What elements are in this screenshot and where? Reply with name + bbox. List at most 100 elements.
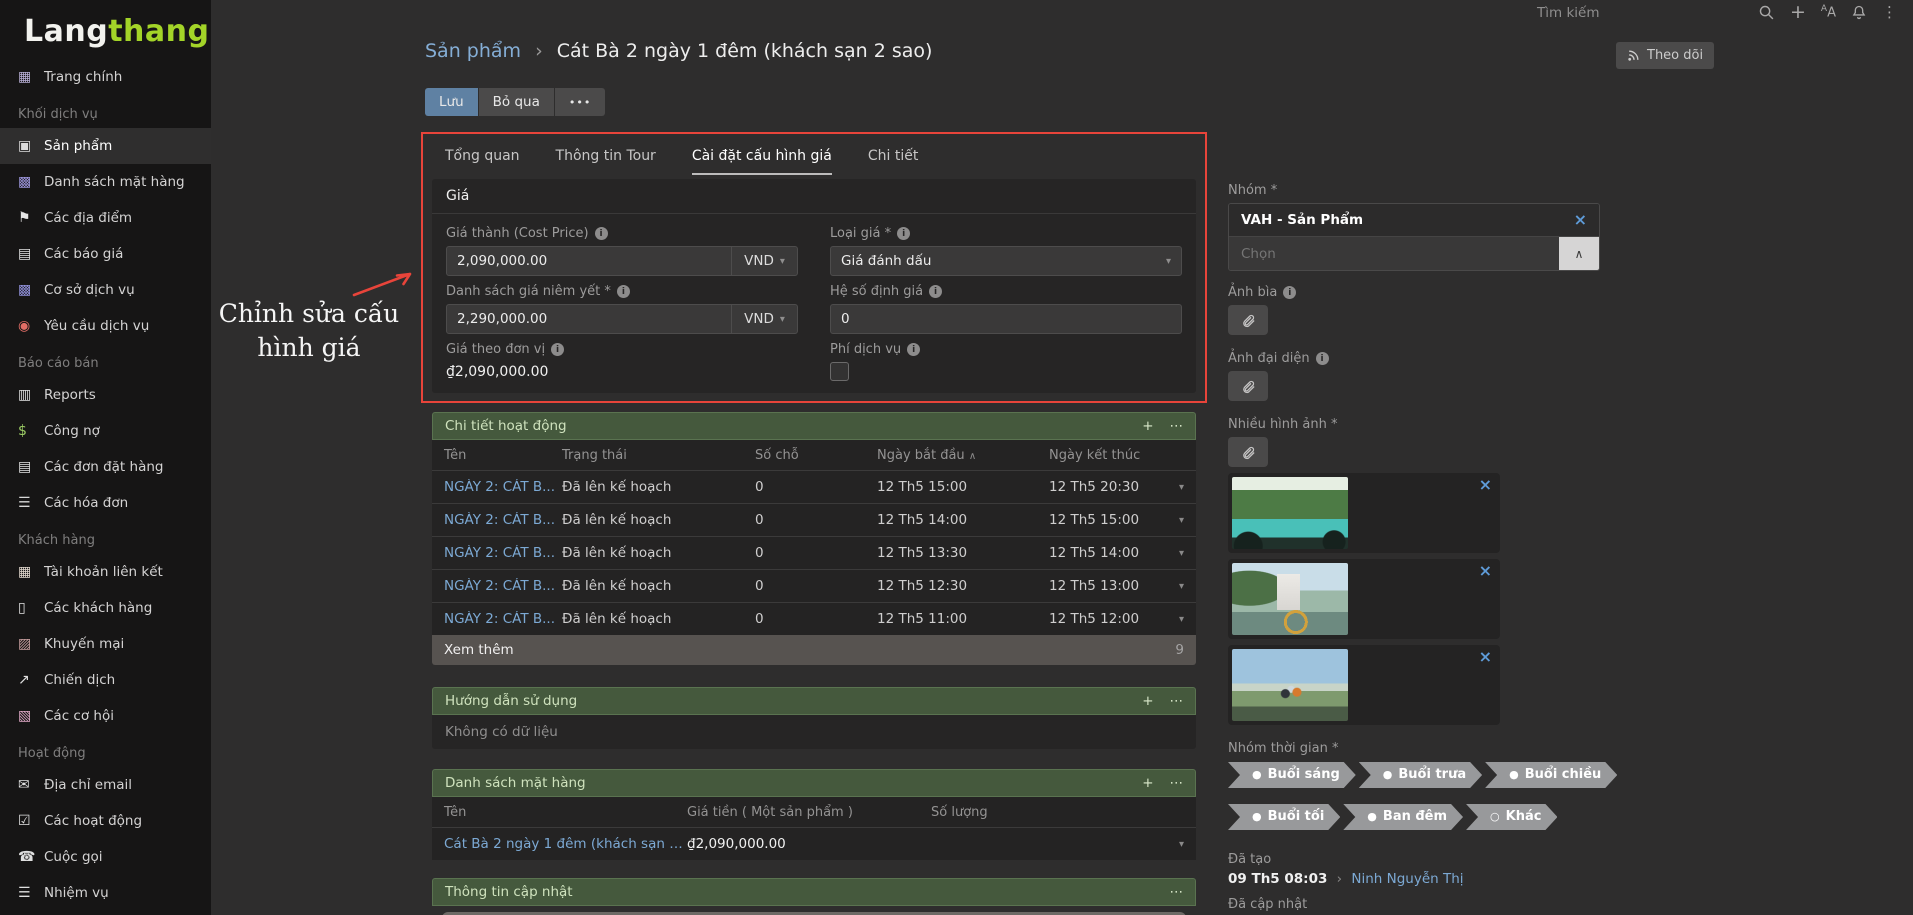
add-icon[interactable]: +: [1142, 693, 1153, 709]
remove-image-icon[interactable]: ×: [1479, 563, 1492, 579]
service-fee-checkbox[interactable]: [830, 362, 849, 381]
sidebar-item-locations[interactable]: ⚑ Các địa điểm: [0, 200, 211, 236]
row-menu-icon[interactable]: ▾: [1168, 482, 1184, 493]
price-type-select[interactable]: Giá đánh dấu▾: [830, 246, 1182, 276]
tab-price-config[interactable]: Cài đặt cấu hình giá: [692, 140, 832, 175]
sidebar-item-promotions[interactable]: ▨ Khuyến mại: [0, 626, 211, 662]
sidebar-item-quotes[interactable]: ▤ Các báo giá: [0, 236, 211, 272]
sidebar-item-orders[interactable]: ▤ Các đơn đặt hàng: [0, 449, 211, 485]
brand-logo-white: Lang: [24, 14, 108, 49]
sidebar-item-debts[interactable]: $ Công nợ: [0, 413, 211, 449]
show-more-button[interactable]: Xem thêm 9: [432, 635, 1196, 665]
sidebar-item-dashboard[interactable]: ▦ Trang chính: [0, 59, 211, 95]
row-menu-icon[interactable]: ▾: [1168, 614, 1184, 625]
tab-overview[interactable]: Tổng quan: [445, 140, 520, 175]
sidebar-item-service-centers[interactable]: ▩ Cơ sở dịch vụ: [0, 272, 211, 308]
brand-logo[interactable]: Langthang: [0, 0, 211, 59]
group-selected-row[interactable]: VAH - Sản Phẩm ×: [1229, 204, 1599, 237]
cost-currency-select[interactable]: VND▾: [731, 247, 797, 275]
item-row[interactable]: Cát Bà 2 ngày 1 đêm (khách sạn 2 sao) ₫2…: [432, 827, 1196, 860]
sidebar-item-item-list[interactable]: ▩ Danh sách mặt hàng: [0, 164, 211, 200]
col-item-name[interactable]: Tên: [444, 805, 687, 820]
sidebar-item-linked-accounts[interactable]: ▦ Tài khoản liên kết: [0, 554, 211, 590]
col-seats[interactable]: Số chỗ: [755, 448, 877, 463]
row-menu-icon[interactable]: ▾: [1168, 839, 1184, 850]
group-search-input[interactable]: [1229, 237, 1559, 270]
sidebar-item-reports[interactable]: ▥ Reports: [0, 377, 211, 413]
row-menu-icon[interactable]: ▾: [1168, 515, 1184, 526]
created-by-link[interactable]: Ninh Nguyễn Thị: [1351, 871, 1463, 887]
list-price-input[interactable]: [447, 305, 731, 333]
item-link[interactable]: Cát Bà 2 ngày 1 đêm (khách sạn 2 sao): [444, 836, 687, 852]
items-table-header: Tên Giá tiền ( Một sản phẩm ) Số lượng: [432, 797, 1196, 827]
sidebar-item-tasks[interactable]: ☰ Nhiệm vụ: [0, 875, 211, 911]
add-icon[interactable]: +: [1142, 418, 1153, 434]
more-actions-button[interactable]: •••: [555, 88, 605, 116]
ellipsis-icon[interactable]: ⋯: [1170, 693, 1184, 709]
bell-icon[interactable]: [1851, 4, 1867, 21]
cover-attach-button[interactable]: [1228, 305, 1268, 335]
image-card-town[interactable]: ×: [1228, 559, 1500, 639]
image-thumbnail[interactable]: [1232, 477, 1348, 549]
ellipsis-icon[interactable]: ⋯: [1170, 418, 1184, 434]
sidebar-item-customers[interactable]: ▯ Các khách hàng: [0, 590, 211, 626]
sidebar-item-opportunities[interactable]: ▧ Các cơ hội: [0, 698, 211, 734]
image-card-lagoon[interactable]: ×: [1228, 473, 1500, 553]
sidebar-item-emails[interactable]: ✉ Địa chỉ email: [0, 767, 211, 803]
activity-row[interactable]: NGÀY 2: CÁT B... Đã lên kế hoạch 0 12 Th…: [432, 602, 1196, 635]
col-end[interactable]: Ngày kết thúc: [1049, 448, 1168, 463]
col-item-price[interactable]: Giá tiền ( Một sản phẩm ): [687, 805, 931, 820]
breadcrumb-parent-link[interactable]: Sản phẩm: [425, 40, 521, 62]
image-thumbnail[interactable]: [1232, 563, 1348, 635]
tab-details[interactable]: Chi tiết: [868, 140, 918, 175]
sidebar-item-calls[interactable]: ☎ Cuộc gọi: [0, 839, 211, 875]
list-currency-select[interactable]: VND▾: [731, 305, 797, 333]
sidebar-item-label: Nhiệm vụ: [44, 885, 109, 901]
kebab-menu-icon[interactable]: ⋮: [1882, 3, 1897, 21]
collapse-button[interactable]: ∧: [1559, 237, 1599, 270]
remove-icon[interactable]: ×: [1574, 212, 1587, 228]
ellipsis-icon[interactable]: ⋯: [1170, 775, 1184, 791]
activity-row[interactable]: NGÀY 2: CÁT B... Đã lên kế hoạch 0 12 Th…: [432, 470, 1196, 503]
sidebar-item-campaigns[interactable]: ↗ Chiến dịch: [0, 662, 211, 698]
sidebar-item-invoices[interactable]: ☰ Các hóa đơn: [0, 485, 211, 521]
remove-image-icon[interactable]: ×: [1479, 649, 1492, 665]
images-attach-button[interactable]: [1228, 437, 1268, 467]
col-status[interactable]: Trạng thái: [562, 448, 755, 463]
quick-create-icon[interactable]: +: [1790, 3, 1806, 21]
search-icon[interactable]: [1758, 4, 1775, 21]
activity-row[interactable]: NGÀY 2: CÁT B... Đã lên kế hoạch 0 12 Th…: [432, 569, 1196, 602]
image-card-viewpoint[interactable]: ×: [1228, 645, 1500, 725]
sidebar-item-service-requests[interactable]: ◉ Yêu cầu dịch vụ: [0, 308, 211, 344]
col-start[interactable]: Ngày bắt đầu ∧: [877, 448, 1049, 463]
activity-row[interactable]: NGÀY 2: CÁT B... Đã lên kế hoạch 0 12 Th…: [432, 503, 1196, 536]
avatar-attach-button[interactable]: [1228, 371, 1268, 401]
follow-button[interactable]: Theo dõi: [1616, 42, 1714, 69]
remove-image-icon[interactable]: ×: [1479, 477, 1492, 493]
activity-link[interactable]: NGÀY 2: CÁT B...: [444, 578, 562, 594]
row-menu-icon[interactable]: ▾: [1168, 581, 1184, 592]
activities-panel-title: Chi tiết hoạt động: [445, 418, 567, 434]
activity-row[interactable]: NGÀY 2: CÁT B... Đã lên kế hoạch 0 12 Th…: [432, 536, 1196, 569]
price-factor-input[interactable]: [830, 304, 1182, 334]
time-tag-night: ●Ban đêm: [1343, 804, 1463, 830]
activity-link[interactable]: NGÀY 2: CÁT B...: [444, 479, 562, 495]
activity-link[interactable]: NGÀY 2: CÁT B...: [444, 512, 562, 528]
font-size-icon[interactable]: AA: [1821, 4, 1836, 20]
sidebar-item-activities[interactable]: ☑ Các hoạt động: [0, 803, 211, 839]
cancel-button[interactable]: Bỏ qua: [479, 88, 554, 116]
activity-link[interactable]: NGÀY 2: CÁT B...: [444, 545, 562, 561]
global-search[interactable]: Tìm kiếm: [1537, 5, 1599, 21]
sidebar-item-products[interactable]: ▣ Sản phẩm: [0, 128, 211, 164]
col-item-qty[interactable]: Số lượng: [931, 805, 1168, 820]
cost-price-input[interactable]: [447, 247, 731, 275]
product-icon: ▣: [18, 138, 44, 154]
image-thumbnail[interactable]: [1232, 649, 1348, 721]
add-icon[interactable]: +: [1142, 775, 1153, 791]
row-menu-icon[interactable]: ▾: [1168, 548, 1184, 559]
activity-link[interactable]: NGÀY 2: CÁT B...: [444, 611, 562, 627]
tab-tour-info[interactable]: Thông tin Tour: [556, 140, 656, 175]
save-button[interactable]: Lưu: [425, 88, 478, 116]
ellipsis-icon[interactable]: ⋯: [1170, 884, 1184, 900]
col-name[interactable]: Tên: [444, 448, 562, 463]
